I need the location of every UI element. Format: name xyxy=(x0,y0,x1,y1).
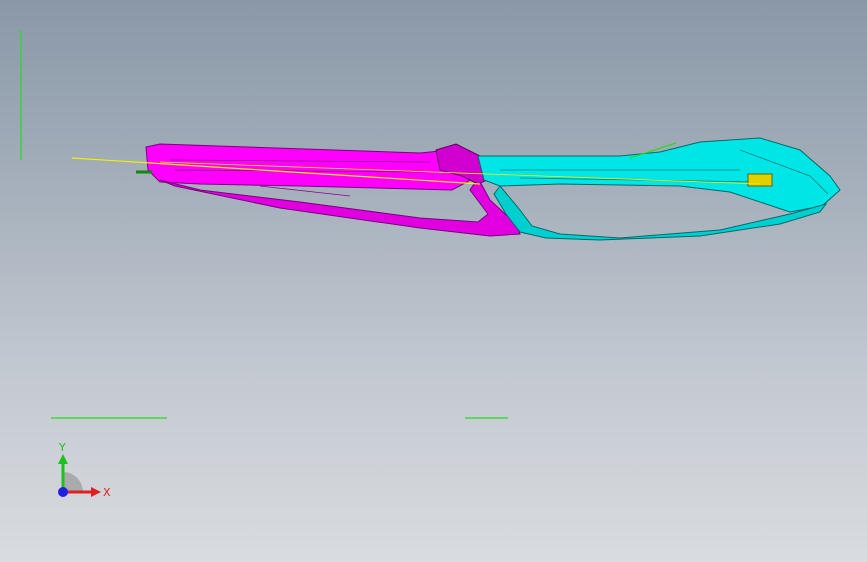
triad-x-label: X xyxy=(103,486,111,499)
triad-y-arrow xyxy=(58,454,68,464)
triad-x-arrow xyxy=(91,487,101,497)
graphics-viewport[interactable]: Y X xyxy=(0,0,867,562)
coordinate-triad: Y X xyxy=(48,440,128,510)
triad-z-axis xyxy=(58,487,68,497)
rear-arm-upper-beam[interactable] xyxy=(145,143,479,191)
model-view[interactable] xyxy=(0,0,867,562)
sensor-component[interactable] xyxy=(747,173,773,187)
triad-y-label: Y xyxy=(59,441,66,454)
